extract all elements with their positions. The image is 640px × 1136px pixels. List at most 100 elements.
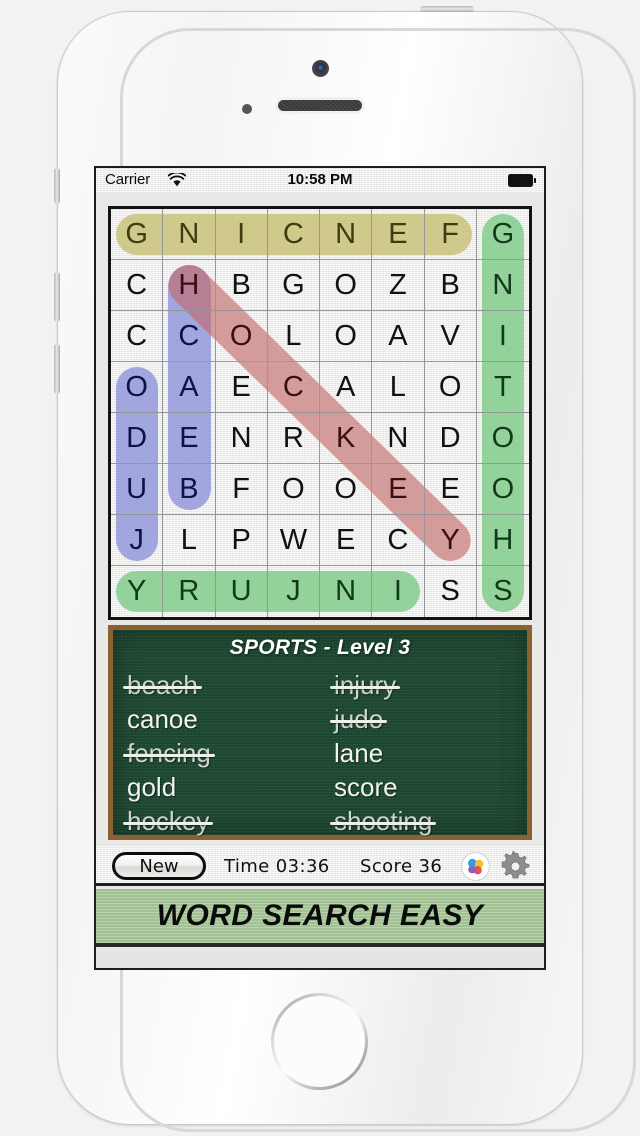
grid-cell-r1-c6[interactable]: B [424,260,477,311]
grid-cell-r1-c5[interactable]: Z [372,260,425,311]
grid-cell-r2-c0[interactable]: C [111,311,164,362]
word-search-grid[interactable]: GNICNEFGCHBGOZBNCCOLOAVIOAECALOTDENRKNDO… [108,206,532,620]
grid-letter: Z [389,268,407,301]
word-item-found[interactable]: shooting [329,804,437,838]
grid-cell-r4-c3[interactable]: R [267,413,320,464]
grid-letter: G [125,217,148,250]
grid-letter: C [282,217,304,250]
word-item[interactable]: canoe [127,702,198,736]
screen-bottom-filler [96,951,544,968]
new-game-button[interactable]: New [112,852,206,880]
grid-letter: A [388,319,408,352]
grid-cell-r4-c0[interactable]: D [111,413,164,464]
word-item[interactable]: score [334,770,398,804]
word-item-found[interactable]: beach [123,668,202,702]
grid-cell-r1-c1[interactable]: H [163,260,216,311]
grid-cell-r3-c3[interactable]: C [267,362,320,413]
gear-icon[interactable] [500,850,531,882]
grid-cell-r7-c5[interactable]: I [372,566,425,617]
grid-cell-r3-c5[interactable]: L [372,362,425,413]
grid-cell-r6-c3[interactable]: W [267,515,320,566]
grid-cell-r4-c5[interactable]: N [372,413,425,464]
grid-cell-r6-c1[interactable]: L [163,515,216,566]
grid-cell-r3-c1[interactable]: A [163,362,216,413]
grid-cell-r6-c2[interactable]: P [215,515,268,566]
grid-cell-r7-c7[interactable]: S [477,566,529,617]
grid-cell-r0-c3[interactable]: C [267,209,320,260]
mute-switch[interactable] [54,168,60,204]
grid-cell-r7-c4[interactable]: N [320,566,373,617]
grid-letter: H [178,268,200,301]
grid-cell-r0-c7[interactable]: G [476,209,529,260]
game-center-icon[interactable] [462,853,489,880]
grid-cell-r3-c6[interactable]: O [424,362,477,413]
grid-letter: L [389,370,406,403]
word-item[interactable]: gold [127,770,176,804]
grid-cell-r6-c0[interactable]: J [111,515,164,566]
word-item-found[interactable]: hockey [122,804,214,838]
grid-letter: O [491,421,515,454]
word-item-found[interactable]: judo [329,702,388,736]
grid-letter: C [387,523,409,556]
word-item-found[interactable]: fencing [123,736,215,770]
letter-grid[interactable]: GNICNEFGCHBGOZBNCCOLOAVIOAECALOTDENRKNDO… [111,209,529,617]
grid-cell-r3-c2[interactable]: E [215,362,268,413]
grid-letter: J [286,575,301,607]
grid-cell-r6-c7[interactable]: H [476,515,529,566]
grid-cell-r3-c7[interactable]: T [476,362,529,413]
grid-cell-r7-c2[interactable]: U [216,566,268,617]
grid-cell-r0-c4[interactable]: N [320,209,373,260]
grid-cell-r5-c6[interactable]: E [424,464,477,515]
grid-cell-r5-c3[interactable]: O [267,464,320,515]
grid-cell-r5-c0[interactable]: U [111,464,164,515]
grid-cell-r5-c4[interactable]: O [320,464,373,515]
grid-cell-r7-c1[interactable]: R [163,566,216,617]
grid-cell-r2-c5[interactable]: A [372,311,425,362]
word-item-found[interactable]: injury [329,668,401,702]
grid-cell-r3-c4[interactable]: A [320,362,373,413]
grid-cell-r2-c3[interactable]: L [267,311,320,362]
grid-cell-r2-c2[interactable]: O [215,311,268,362]
grid-cell-r1-c3[interactable]: G [267,260,320,311]
grid-cell-r4-c1[interactable]: E [163,413,216,464]
grid-letter: S [493,575,513,607]
grid-cell-r4-c2[interactable]: N [215,413,268,464]
grid-cell-r5-c5[interactable]: E [372,464,425,515]
grid-letter: I [393,575,402,607]
grid-cell-r5-c2[interactable]: F [215,464,268,515]
grid-cell-r4-c7[interactable]: O [476,413,529,464]
grid-cell-r0-c0[interactable]: G [111,209,164,260]
grid-cell-r2-c6[interactable]: V [424,311,477,362]
volume-up-button[interactable] [54,272,60,322]
grid-cell-r0-c2[interactable]: I [215,209,268,260]
word-item[interactable]: lane [334,736,383,770]
grid-cell-r6-c6[interactable]: Y [424,515,477,566]
grid-cell-r1-c0[interactable]: C [111,260,164,311]
word-column-1: injury judo lane score shooting [320,668,527,838]
grid-cell-r6-c4[interactable]: E [320,515,373,566]
grid-cell-r4-c6[interactable]: D [424,413,477,464]
app-banner[interactable]: WORD SEARCH EASY [96,889,544,947]
power-button[interactable] [420,6,474,12]
grid-cell-r4-c4[interactable]: K [320,413,373,464]
grid-cell-r7-c0[interactable]: Y [111,566,164,617]
camera-icon [312,60,329,77]
grid-cell-r0-c1[interactable]: N [163,209,216,260]
grid-cell-r0-c6[interactable]: F [424,209,477,260]
grid-cell-r6-c5[interactable]: C [372,515,425,566]
volume-down-button[interactable] [54,344,60,394]
grid-cell-r2-c1[interactable]: C [163,311,216,362]
grid-cell-r3-c0[interactable]: O [111,362,164,413]
grid-cell-r1-c2[interactable]: B [215,260,268,311]
grid-cell-r5-c1[interactable]: B [163,464,216,515]
grid-cell-r2-c4[interactable]: O [320,311,373,362]
grid-cell-r1-c4[interactable]: O [320,260,373,311]
grid-cell-r7-c6[interactable]: S [425,566,477,617]
grid-cell-r1-c7[interactable]: N [476,260,529,311]
grid-cell-r7-c3[interactable]: J [268,566,320,617]
grid-letter: O [438,370,462,403]
home-button-icon[interactable] [271,993,368,1090]
grid-cell-r0-c5[interactable]: E [372,209,425,260]
grid-cell-r2-c7[interactable]: I [476,311,529,362]
grid-cell-r5-c7[interactable]: O [476,464,529,515]
